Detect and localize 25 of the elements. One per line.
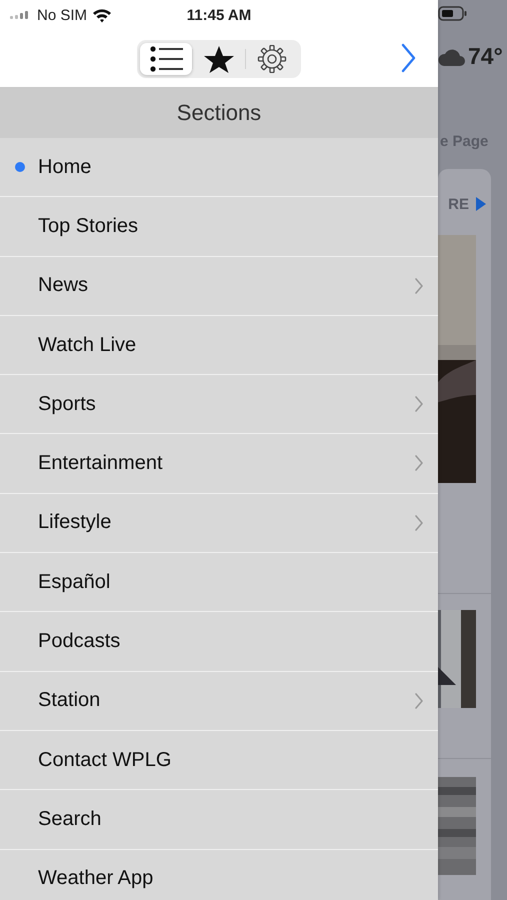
section-item[interactable]: Contact WPLG bbox=[0, 730, 438, 790]
status-time: 11:45 AM bbox=[186, 6, 252, 24]
section-item[interactable]: Español bbox=[0, 553, 438, 612]
temperature: 74° bbox=[468, 43, 503, 70]
cloud-icon bbox=[438, 46, 466, 67]
section-item[interactable]: Top Stories bbox=[0, 197, 438, 257]
section-item[interactable]: Station bbox=[0, 672, 438, 731]
section-item[interactable]: Sports bbox=[0, 375, 438, 434]
segmented-control[interactable] bbox=[137, 40, 301, 78]
section-item[interactable]: Search bbox=[0, 790, 438, 850]
section-item[interactable]: Entertainment bbox=[0, 434, 438, 494]
section-item[interactable]: Weather App bbox=[0, 850, 438, 900]
wifi-icon bbox=[92, 8, 112, 22]
carrier-label: No SIM bbox=[37, 6, 88, 24]
battery-icon bbox=[438, 6, 468, 22]
section-item[interactable]: News bbox=[0, 256, 438, 316]
star-icon[interactable] bbox=[202, 44, 236, 72]
settings-icon[interactable] bbox=[255, 44, 289, 72]
section-item[interactable]: Home bbox=[0, 138, 438, 198]
list-icon[interactable] bbox=[149, 44, 183, 72]
section-item[interactable]: Lifestyle bbox=[0, 494, 438, 554]
section-item[interactable]: Podcasts bbox=[0, 612, 438, 672]
section-item[interactable]: Watch Live bbox=[0, 316, 438, 376]
sections-header: Sections bbox=[0, 88, 438, 138]
forward-chevron-icon[interactable] bbox=[399, 43, 417, 73]
